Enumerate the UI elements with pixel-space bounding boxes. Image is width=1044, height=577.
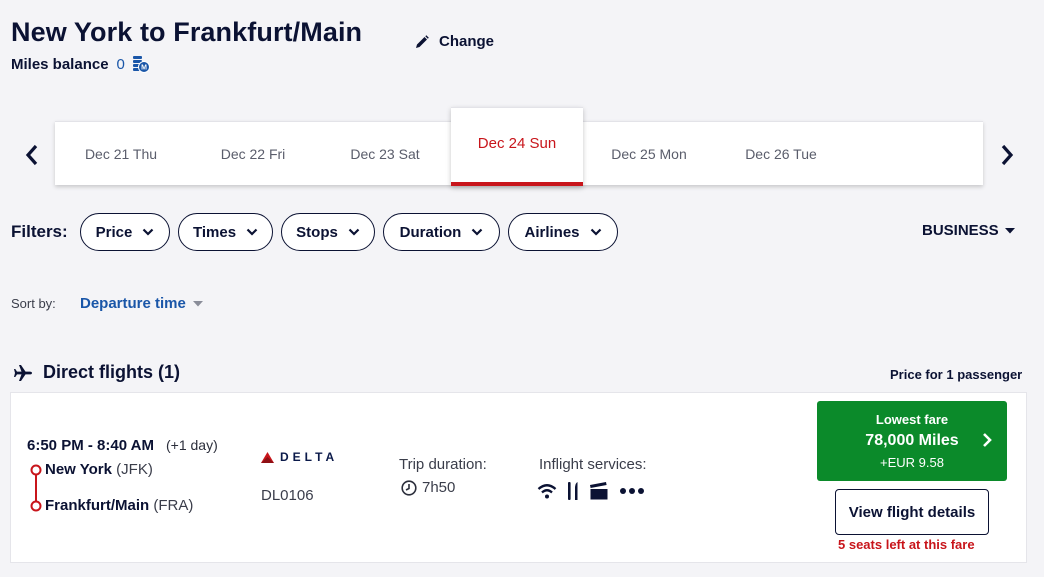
sort-dropdown[interactable]: Departure time: [80, 295, 203, 312]
route-line-icon: [30, 464, 42, 512]
trip-duration-value: 7h50: [422, 479, 456, 496]
pencil-icon: [416, 34, 429, 48]
miles-coins-icon: M: [132, 55, 150, 73]
meal-icon: [568, 482, 578, 500]
lowest-fare-button[interactable]: Lowest fare 78,000 Miles +EUR 9.58: [817, 401, 1007, 481]
date-tab-selected[interactable]: Dec 24 Sun: [451, 107, 583, 186]
price-for-prefix: Price for: [890, 367, 947, 382]
filter-times-button[interactable]: Times: [178, 213, 273, 251]
caret-down-icon: [1004, 227, 1015, 233]
trip-duration-label: Trip duration:: [399, 456, 487, 473]
filter-label: Stops: [296, 223, 338, 241]
change-label: Change: [439, 33, 495, 50]
airplane-icon: [14, 364, 32, 381]
change-search-button[interactable]: Change: [415, 33, 494, 50]
next-dates-button[interactable]: [992, 138, 1022, 172]
filter-label: Price: [95, 223, 133, 241]
date-tab[interactable]: Dec 25 Mon: [583, 122, 715, 186]
chevron-left-icon: [25, 144, 38, 166]
airline-logo: DELTA: [261, 450, 338, 464]
date-tab-label: Dec 24 Sun: [477, 135, 557, 152]
previous-dates-button[interactable]: [17, 138, 47, 172]
chevron-right-icon: [983, 433, 992, 447]
inflight-services-label: Inflight services:: [539, 456, 647, 473]
date-tab-label: Dec 22 Fri: [220, 146, 286, 162]
price-for-suffix: passenger: [953, 367, 1023, 382]
entertainment-icon: [590, 482, 608, 500]
airline-name: DELTA: [280, 450, 339, 464]
clock-icon: [401, 479, 417, 496]
miles-balance: Miles balance 0 M: [11, 55, 150, 73]
inflight-services: [537, 481, 645, 501]
section-header: Direct flights (1): [13, 362, 180, 383]
trip-duration: 7h50: [401, 479, 455, 496]
filter-label: Airlines: [524, 223, 580, 241]
seats-left-notice: 5 seats left at this fare: [838, 537, 975, 552]
departure-arrival-times: 6:50 PM - 8:40 AM: [27, 437, 154, 454]
date-tab-label: Dec 26 Tue: [745, 146, 817, 162]
page-title: New York to Frankfurt/Main: [11, 17, 363, 47]
sort-label: Sort by:: [11, 296, 56, 311]
chevron-right-icon: [1001, 144, 1014, 166]
filter-price-button[interactable]: Price: [80, 213, 170, 251]
seats-text: seats left at this fare: [845, 537, 975, 552]
filter-duration-button[interactable]: Duration: [383, 213, 500, 251]
flight-times: 6:50 PM - 8:40 AM (+1 day): [27, 437, 218, 454]
filter-stops-button[interactable]: Stops: [281, 213, 375, 251]
chevron-down-icon: [348, 228, 360, 236]
filter-label: Times: [192, 223, 237, 241]
origin-code: (JFK): [116, 461, 153, 478]
wifi-icon: [537, 484, 557, 499]
date-tab-label: Dec 23 Sat: [350, 146, 420, 162]
destination-city: Frankfurt/Main: [45, 497, 150, 514]
chevron-down-icon: [590, 228, 601, 236]
svg-text:M: M: [141, 65, 147, 72]
origin-city: New York: [45, 461, 112, 478]
destination-airport: Frankfurt/Main (FRA): [45, 497, 193, 514]
sort-value: Departure time: [80, 295, 186, 312]
filter-label: Duration: [399, 223, 462, 241]
cabin-class-value: BUSINESS: [922, 222, 999, 239]
date-tab-label: Dec 25 Mon: [611, 146, 687, 162]
passenger-count: 1: [946, 367, 954, 382]
origin-airport: New York (JFK): [45, 461, 153, 478]
price-for-passengers: Price for 1 passenger: [890, 367, 1022, 382]
chevron-down-icon: [246, 228, 258, 236]
fare-tax: +EUR 9.58: [880, 455, 944, 470]
date-tab[interactable]: Dec 23 Sat: [319, 122, 451, 186]
date-tab[interactable]: Dec 21 Thu: [55, 122, 187, 186]
more-icon[interactable]: [619, 487, 645, 495]
caret-down-icon: [192, 300, 203, 306]
date-tab[interactable]: Dec 26 Tue: [715, 122, 847, 186]
chevron-down-icon: [143, 228, 154, 236]
fare-amount: 78,000 Miles: [865, 432, 959, 449]
date-tab-label: Dec 21 Thu: [84, 146, 158, 162]
chevron-down-icon: [472, 228, 483, 236]
delta-widget-icon: [261, 451, 274, 463]
flight-number: DL0106: [261, 487, 314, 504]
cabin-class-dropdown[interactable]: BUSINESS: [922, 222, 1015, 239]
date-tab[interactable]: Dec 22 Fri: [187, 122, 319, 186]
view-flight-details-button[interactable]: View flight details: [835, 489, 989, 535]
fare-label: Lowest fare: [875, 412, 949, 427]
day-offset: (+1 day): [165, 437, 218, 453]
section-title: Direct flights (1): [43, 362, 181, 382]
filter-airlines-button[interactable]: Airlines: [508, 213, 618, 251]
destination-code: (FRA): [153, 497, 194, 514]
miles-balance-label: Miles balance: [11, 55, 109, 73]
miles-balance-value: 0: [116, 55, 125, 73]
date-selector: Dec 21 Thu Dec 22 Fri Dec 23 Sat Dec 24 Sun…: [55, 107, 983, 186]
filters-label: Filters:: [11, 222, 68, 241]
